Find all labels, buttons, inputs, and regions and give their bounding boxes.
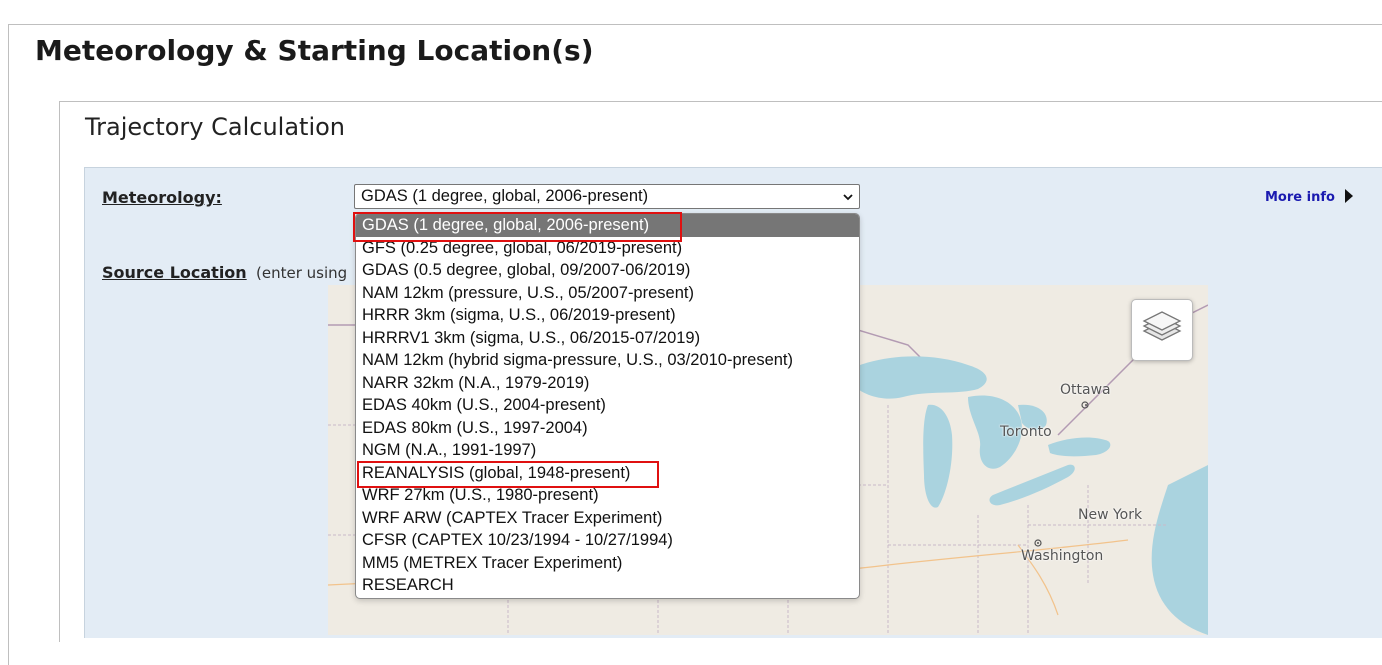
map-label-toronto: Toronto xyxy=(1000,424,1052,440)
source-location-hint: (enter using xyxy=(256,264,348,282)
layers-button[interactable] xyxy=(1131,299,1193,361)
meteorology-option[interactable]: REANALYSIS (global, 1948-present) xyxy=(356,462,859,485)
meteorology-option[interactable]: RESEARCH xyxy=(356,574,859,597)
page-title: Meteorology & Starting Location(s) xyxy=(35,34,594,67)
meteorology-option[interactable]: EDAS 40km (U.S., 2004-present) xyxy=(356,394,859,417)
meteorology-options-list[interactable]: GDAS (1 degree, global, 2006-present) GF… xyxy=(355,213,860,599)
meteorology-option[interactable]: NGM (N.A., 1991-1997) xyxy=(356,439,859,462)
panel-title: Trajectory Calculation xyxy=(85,113,346,141)
more-info-link[interactable]: More info xyxy=(1265,189,1353,205)
meteorology-option[interactable]: NAM 12km (hybrid sigma-pressure, U.S., 0… xyxy=(356,349,859,372)
meteorology-label: Meteorology: xyxy=(102,188,222,207)
meteorology-option[interactable]: MM5 (METREX Tracer Experiment) xyxy=(356,552,859,575)
triangle-right-icon xyxy=(1344,189,1353,203)
map-label-ottawa: Ottawa xyxy=(1060,382,1111,398)
meteorology-select[interactable]: GDAS (1 degree, global, 2006-present) xyxy=(354,184,860,209)
meteorology-option[interactable]: WRF ARW (CAPTEX Tracer Experiment) xyxy=(356,507,859,530)
meteorology-option[interactable]: HRRRV1 3km (sigma, U.S., 06/2015-07/2019… xyxy=(356,327,859,350)
meteorology-select-value: GDAS (1 degree, global, 2006-present) xyxy=(361,187,649,205)
meteorology-option[interactable]: NARR 32km (N.A., 1979-2019) xyxy=(356,372,859,395)
meteorology-option[interactable]: GFS (0.25 degree, global, 06/2019-presen… xyxy=(356,237,859,260)
meteorology-option[interactable]: CFSR (CAPTEX 10/23/1994 - 10/27/1994) xyxy=(356,529,859,552)
meteorology-option[interactable]: HRRR 3km (sigma, U.S., 06/2019-present) xyxy=(356,304,859,327)
chevron-down-icon xyxy=(843,194,853,201)
layers-icon xyxy=(1142,311,1182,341)
meteorology-option[interactable]: WRF 27km (U.S., 1980-present) xyxy=(356,484,859,507)
meteorology-option[interactable]: NAM 12km (pressure, U.S., 05/2007-presen… xyxy=(356,282,859,305)
map-label-new-york: New York xyxy=(1078,507,1143,523)
source-location-label: Source Location xyxy=(102,263,247,282)
map-label-washington: Washington xyxy=(1021,548,1104,564)
meteorology-option[interactable]: GDAS (0.5 degree, global, 09/2007-06/201… xyxy=(356,259,859,282)
more-info-label: More info xyxy=(1265,190,1335,205)
meteorology-option[interactable]: EDAS 80km (U.S., 1997-2004) xyxy=(356,417,859,440)
meteorology-option[interactable]: GDAS (1 degree, global, 2006-present) xyxy=(356,214,859,237)
